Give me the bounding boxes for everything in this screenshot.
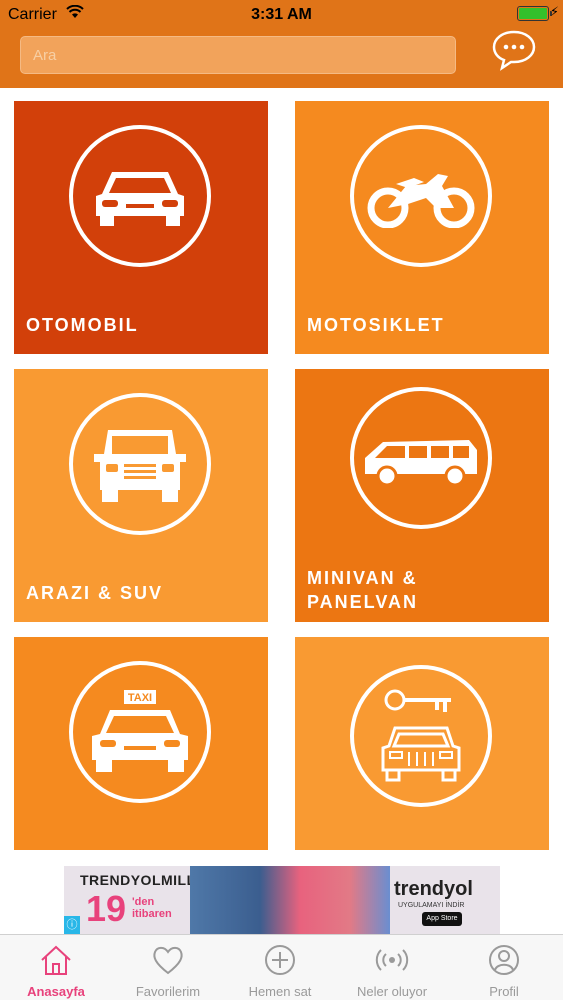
category-tile-minivan-panelvan[interactable]: MINIVAN & PANELVAN [295, 369, 549, 622]
broadcast-icon [375, 949, 409, 971]
ad-big-number: 19 [86, 888, 127, 929]
category-tile-taxi[interactable]: TAXI [14, 637, 268, 850]
search-input[interactable]: Ara [20, 36, 456, 74]
tab-label: Favorilerim [135, 984, 201, 999]
clock: 3:31 AM [251, 6, 312, 23]
motorcycle-icon [350, 125, 492, 267]
category-label: MOTOSIKLET [307, 315, 445, 335]
chat-bubble-icon[interactable] [490, 28, 538, 72]
svg-text:TAXI: TAXI [128, 692, 152, 704]
tab-label: Hemen sat [248, 984, 312, 999]
tab-favorilerim[interactable]: Favorilerim [112, 935, 224, 1001]
ad-info-icon[interactable]: ⓘ [64, 916, 80, 934]
ad-banner[interactable]: TRENDYOLMILLA 19 'den itibaren trendyol … [64, 866, 500, 934]
rental-car-key-icon [350, 665, 492, 807]
tab-neler-oluyor[interactable]: Neler oluyor [336, 935, 448, 1001]
ad-photo [190, 866, 390, 934]
suv-icon [69, 393, 211, 535]
category-tile-arazi-suv[interactable]: ARAZI & SUV [14, 369, 268, 622]
category-label: MINIVAN & PANELVAN [307, 568, 419, 612]
category-tile-otomobil[interactable]: OTOMOBIL [14, 101, 268, 354]
category-tile-rental[interactable] [295, 637, 549, 850]
tab-label: Anasayfa [27, 984, 85, 999]
home-icon [41, 945, 71, 975]
van-icon [350, 387, 492, 529]
status-bar: Carrier 3:31 AM ⚡ [0, 0, 563, 30]
tab-label: Profil [489, 984, 519, 999]
charging-icon: ⚡ [549, 4, 559, 19]
ad-brand-right: trendyol [394, 878, 473, 900]
ad-small-text: 'den itibaren [132, 896, 172, 920]
category-tile-motosiklet[interactable]: MOTOSIKLET [295, 101, 549, 354]
profile-icon [489, 945, 519, 975]
ad-brand-right-sub: UYGULAMAYI İNDİR [398, 902, 465, 909]
category-label: ARAZI & SUV [26, 583, 164, 603]
battery-icon [517, 6, 552, 21]
car-icon [69, 125, 211, 267]
tab-anasayfa[interactable]: Anasayfa [0, 935, 112, 1001]
taxi-icon: TAXI [69, 661, 211, 803]
heart-icon [153, 946, 183, 975]
tab-bar: Anasayfa Favorilerim Hemen sat Neler olu… [0, 934, 563, 1000]
tab-hemen-sat[interactable]: Hemen sat [224, 935, 336, 1001]
app-header: Carrier 3:31 AM ⚡ Ara [0, 0, 563, 88]
category-label: OTOMOBIL [26, 315, 139, 335]
ad-brand-left: TRENDYOLMILLA [80, 872, 207, 888]
plus-circle-icon [265, 945, 295, 975]
tab-profil[interactable]: Profil [448, 935, 560, 1001]
app-store-badge: App Store [422, 912, 462, 926]
tab-label: Neler oluyor [356, 984, 428, 999]
